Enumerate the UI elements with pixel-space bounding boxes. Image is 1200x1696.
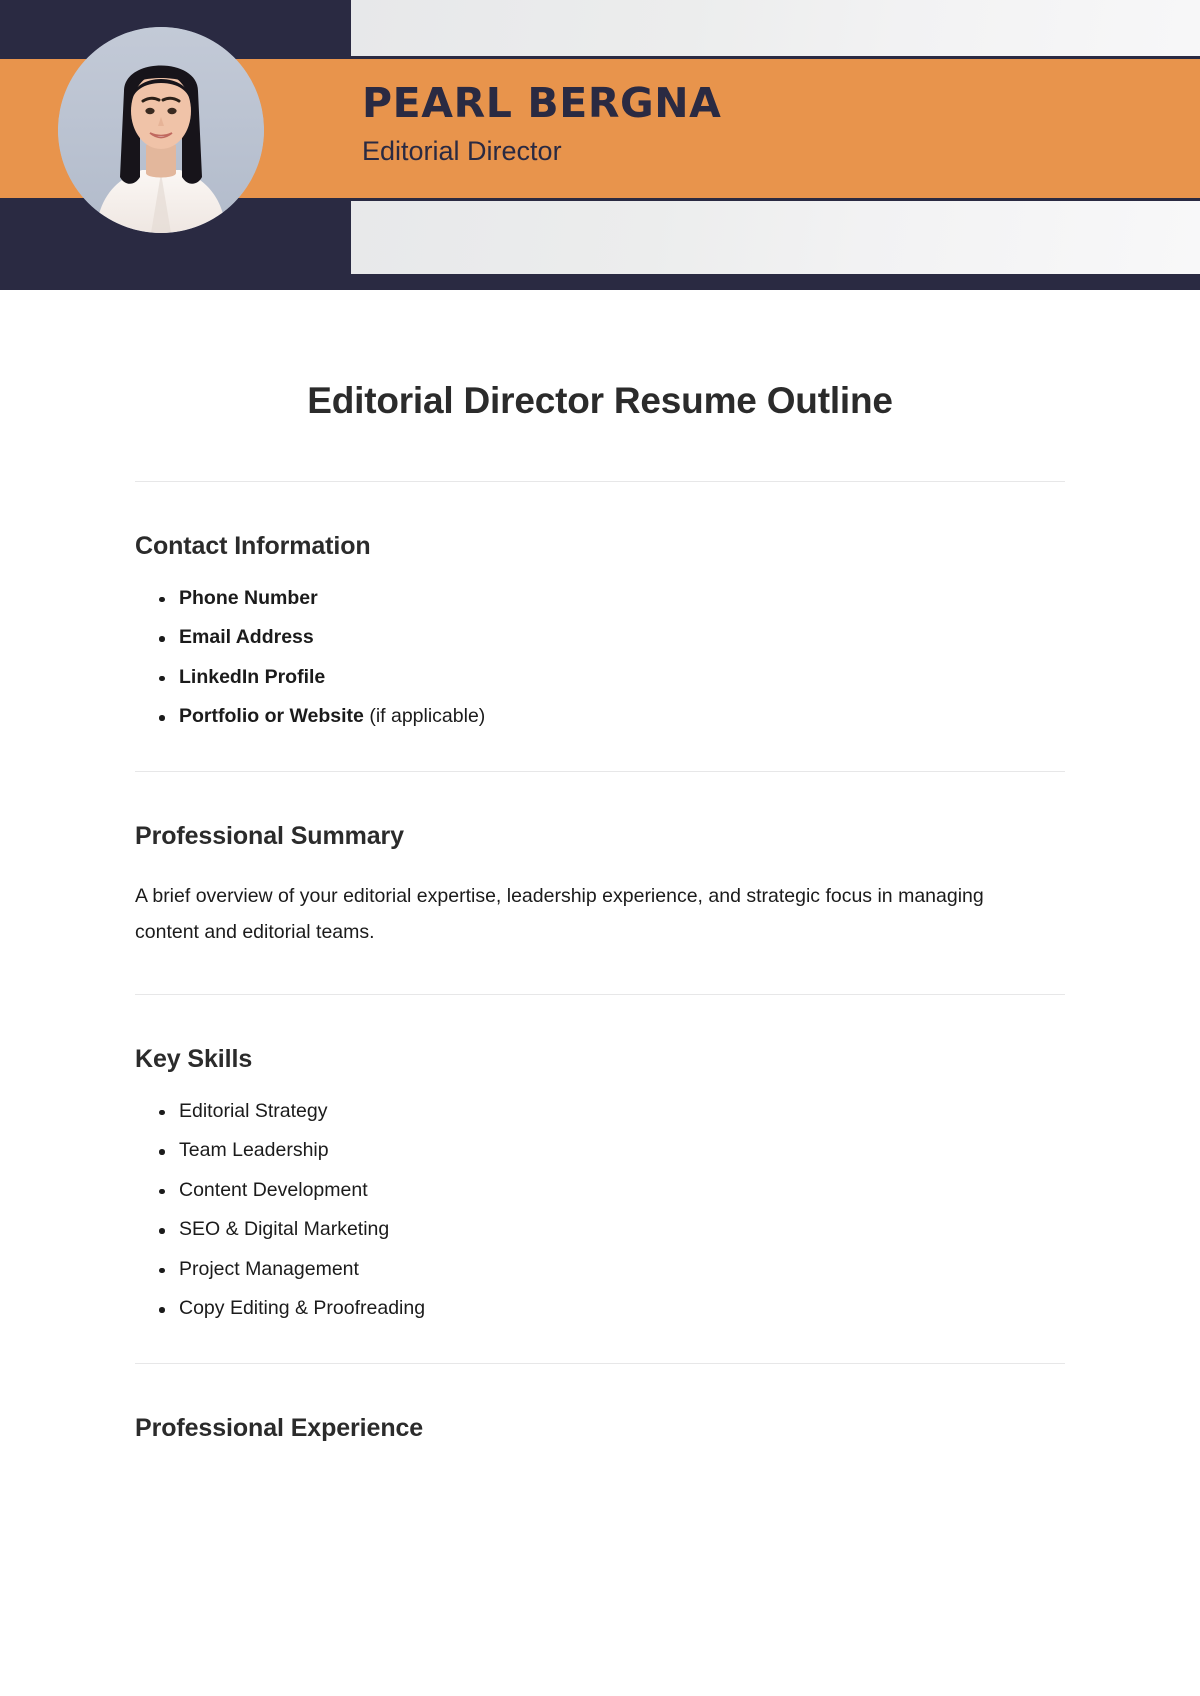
section-professional-summary: Professional Summary A brief overview of…	[135, 772, 1065, 995]
list-item: Email Address	[159, 628, 1065, 648]
key-skills-list: Editorial Strategy Team Leadership Conte…	[135, 1101, 1065, 1319]
header-identity: PEARL BERGNA Editorial Director	[362, 79, 722, 167]
professional-summary-text: A brief overview of your editorial exper…	[135, 885, 984, 944]
section-professional-experience: Professional Experience	[135, 1364, 1065, 1445]
list-item: SEO & Digital Marketing	[159, 1220, 1065, 1240]
avatar	[58, 27, 264, 233]
list-item: Portfolio or Website (if applicable)	[159, 707, 1065, 727]
list-item: Editorial Strategy	[159, 1101, 1065, 1122]
list-item-label: Portfolio or Website	[179, 705, 364, 728]
list-item-label: Email Address	[179, 626, 314, 649]
candidate-name: PEARL BERGNA	[362, 79, 722, 127]
list-item: LinkedIn Profile	[159, 665, 1065, 688]
section-heading: Professional Summary	[135, 821, 404, 850]
resume-header: PEARL BERGNA Editorial Director	[0, 0, 1200, 290]
list-item: Project Management	[159, 1259, 1065, 1280]
list-item-note: (if applicable)	[363, 705, 486, 728]
list-item: Phone Number	[159, 586, 1065, 609]
section-heading: Contact Information	[135, 532, 371, 561]
document-body: Editorial Director Resume Outline Contac…	[0, 290, 1200, 1444]
list-item: Team Leadership	[159, 1141, 1065, 1161]
candidate-role: Editorial Director	[362, 136, 562, 167]
list-item: Content Development	[159, 1180, 1065, 1201]
page-title: Editorial Director Resume Outline	[307, 380, 893, 421]
list-item-label: LinkedIn Profile	[179, 665, 326, 688]
section-heading: Key Skills	[135, 1045, 253, 1074]
section-contact-information: Contact Information Phone Number Email A…	[135, 482, 1065, 771]
contact-information-list: Phone Number Email Address LinkedIn Prof…	[135, 586, 1065, 727]
section-heading: Professional Experience	[135, 1413, 424, 1442]
list-item: Copy Editing & Proofreading	[159, 1299, 1065, 1319]
section-key-skills: Key Skills Editorial Strategy Team Leade…	[135, 995, 1065, 1363]
list-item-label: Phone Number	[179, 586, 318, 609]
